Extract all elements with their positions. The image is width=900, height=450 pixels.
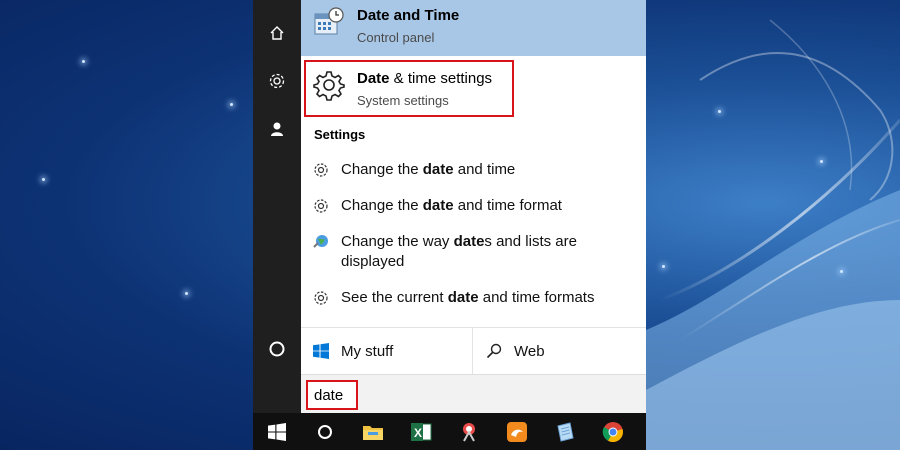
gear-icon — [314, 199, 328, 213]
excel-icon[interactable]: X — [397, 413, 445, 450]
setting-item-change-date-time[interactable]: Change the date and time — [301, 160, 646, 182]
my-stuff-button[interactable]: My stuff — [313, 328, 472, 374]
search-results-panel: Date and Time Control panel Date & time … — [301, 0, 646, 413]
setting-item-label: See the current date and time formats — [341, 289, 595, 306]
person-icon[interactable] — [253, 109, 301, 149]
svg-text:X: X — [414, 426, 422, 440]
windows-icon — [313, 343, 329, 359]
setting-item-see-current-formats[interactable]: See the current date and time formats — [301, 288, 646, 310]
calendar-clock-icon — [314, 7, 344, 35]
taskbar: X — [253, 413, 646, 450]
date-time-settings-title: Date & time settings — [357, 70, 493, 87]
start-menu-rail — [253, 0, 301, 413]
windows-start-icon[interactable] — [253, 413, 301, 450]
web-label: Web — [514, 342, 545, 360]
gear-icon — [314, 163, 328, 177]
home-icon[interactable] — [253, 13, 301, 53]
web-button[interactable]: Web — [486, 328, 636, 374]
gear-icon — [313, 71, 345, 101]
gear-icon[interactable] — [253, 61, 301, 101]
my-stuff-label: My stuff — [341, 342, 394, 360]
globe-icon — [313, 235, 328, 248]
setting-item-change-date-time-format[interactable]: Change the date and time format — [301, 196, 646, 218]
settings-section-heading: Settings — [314, 127, 366, 142]
filter-separator — [472, 328, 473, 374]
file-explorer-icon[interactable] — [349, 413, 397, 450]
best-match-subtitle: Control panel — [357, 30, 435, 45]
chrome-icon[interactable] — [589, 413, 637, 450]
setting-item-label: Change the date and time — [341, 161, 516, 178]
date-time-settings-item[interactable]: Date & time settings System settings — [301, 62, 646, 116]
cortana-icon[interactable] — [301, 413, 349, 450]
uc-browser-icon[interactable] — [493, 413, 541, 450]
setting-item-label: Change the way dates and lists are displ… — [341, 233, 577, 270]
best-match-item[interactable]: Date and Time Control panel — [301, 0, 646, 56]
snipping-tool-icon[interactable] — [445, 413, 493, 450]
best-match-title: Date and Time — [357, 7, 460, 24]
gear-icon — [314, 291, 328, 305]
search-input[interactable] — [306, 380, 358, 410]
cortana-circle-icon[interactable] — [253, 329, 301, 369]
search-bar — [301, 374, 646, 413]
setting-item-change-date-lists-display[interactable]: Change the way dates and lists are displ… — [301, 232, 646, 274]
notepad-icon[interactable] — [541, 413, 589, 450]
search-icon — [486, 343, 502, 359]
setting-item-label: Change the date and time format — [341, 197, 562, 214]
date-time-settings-subtitle: System settings — [357, 93, 449, 108]
